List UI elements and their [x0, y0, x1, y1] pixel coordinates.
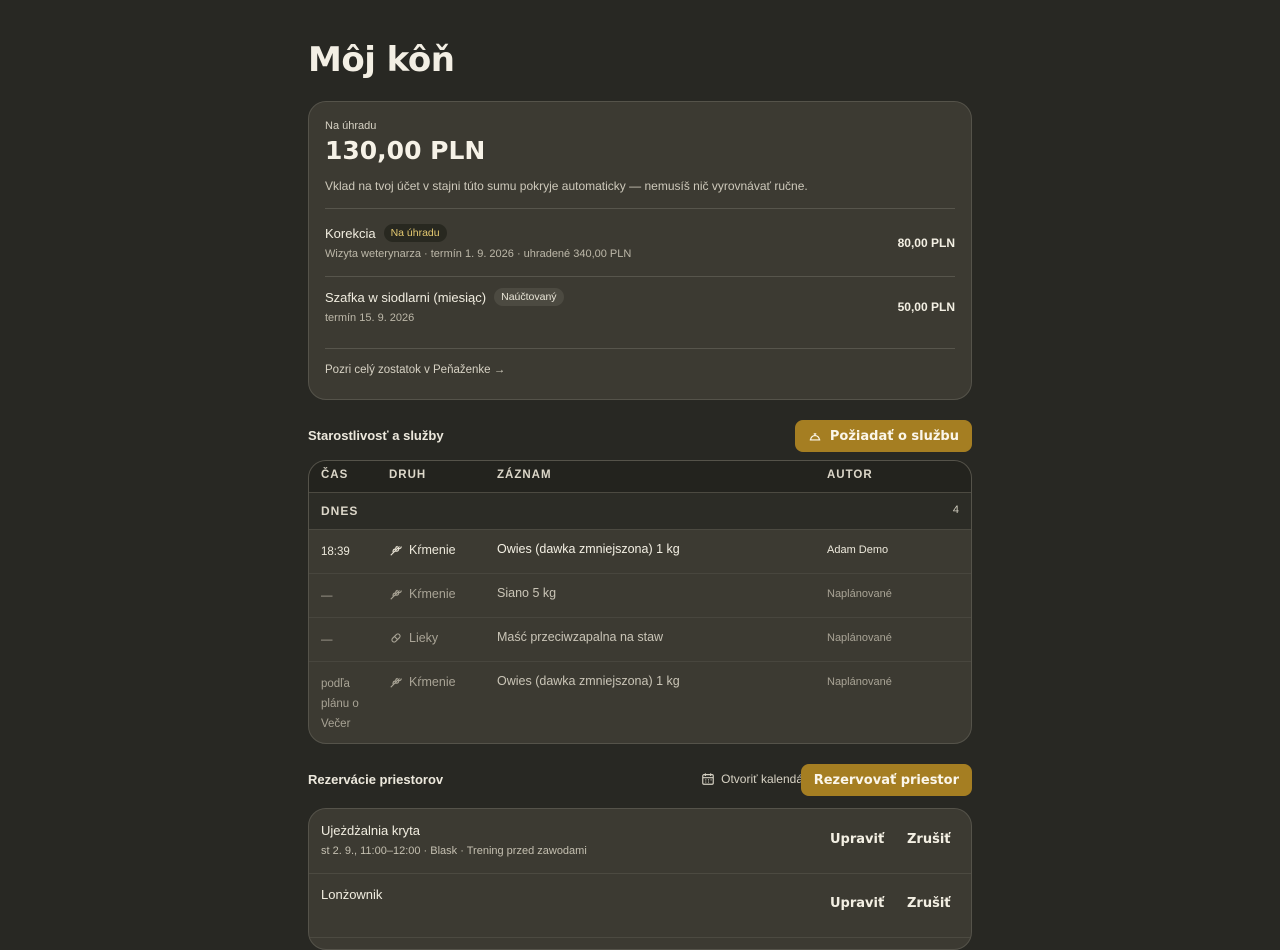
group-header-today: DNES 4: [309, 493, 971, 530]
payment-item: Korekcia Na úhradu Wizyta weterynarza · …: [325, 222, 955, 272]
status-badge: Na úhradu: [383, 224, 447, 242]
payment-item-amount: 50,00 PLN: [897, 300, 955, 314]
payment-item-details: termín 15. 9. 2026: [325, 312, 415, 324]
reserve-space-button[interactable]: Rezervovať priestor: [800, 764, 972, 796]
reservations-list: Ujeżdżalnia kryta st 2. 9., 11:00–12:00 …: [308, 808, 972, 950]
row-author: Naplánované: [827, 588, 892, 600]
list-item: Ujeżdżalnia kryta st 2. 9., 11:00–12:00 …: [309, 809, 971, 874]
wallet-link[interactable]: Pozri celý zostatok v Peňaženke →: [325, 364, 505, 376]
group-count: 4: [952, 504, 959, 516]
row-author: Naplánované: [827, 632, 892, 644]
payment-description: Vklad na tvoj účet v stajni túto sumu po…: [325, 179, 808, 193]
column-header-time: ČAS: [321, 469, 349, 481]
divider: [325, 276, 955, 277]
column-header-kind: DRUH: [389, 469, 427, 481]
service-bell-icon: [809, 433, 821, 441]
column-header-author: AUTOR: [827, 469, 873, 481]
row-time: —: [321, 590, 333, 602]
row-kind: Kŕmenie: [409, 543, 456, 557]
payment-item-name: Szafka w siodlarni (miesiąc): [325, 289, 487, 305]
divider: [325, 348, 955, 349]
payment-item-amount: 80,00 PLN: [897, 236, 955, 250]
payment-label: Na úhradu: [325, 120, 377, 132]
divider: [325, 208, 955, 209]
reservation-name: Ujeżdżalnia kryta: [321, 823, 420, 838]
page-title: Môj kôň: [308, 40, 455, 80]
row-time: —: [321, 634, 333, 646]
group-label: DNES: [321, 504, 359, 518]
table-row[interactable]: — Kŕmenie Siano 5 kg Naplánované: [309, 574, 971, 618]
row-author: Naplánované: [827, 676, 892, 688]
reservations-section-title: Rezervácie priestorov: [308, 772, 444, 787]
request-service-button[interactable]: Požiadať o službu: [794, 420, 972, 452]
edit-reservation-button[interactable]: Upraviť: [830, 832, 884, 847]
cancel-reservation-button[interactable]: Zrušiť: [907, 896, 951, 911]
edit-reservation-button[interactable]: Upraviť: [830, 896, 884, 911]
cancel-reservation-button[interactable]: Zrušiť: [907, 832, 951, 847]
pill-icon: [391, 633, 401, 643]
wheat-icon: [390, 589, 402, 600]
row-record: Maść przeciwzapalna na staw: [497, 630, 664, 644]
payment-item-name: Korekcia: [325, 225, 376, 241]
table-row[interactable]: podľa plánu o Večer Kŕmenie Owies (dawka…: [309, 662, 971, 743]
calendar-icon: [702, 773, 714, 785]
table-header: ČAS DRUH ZÁZNAM AUTOR: [309, 461, 971, 493]
open-calendar-link[interactable]: Otvoriť kalendár: [701, 772, 807, 786]
row-record: Owies (dawka zmniejszona) 1 kg: [497, 674, 680, 688]
row-record: Owies (dawka zmniejszona) 1 kg: [497, 542, 680, 556]
row-kind: Kŕmenie: [409, 675, 456, 689]
row-time: 18:39: [321, 546, 350, 558]
row-kind: Lieky: [409, 631, 439, 645]
list-item: Lonżownik Upraviť Zrušiť: [309, 873, 971, 938]
payment-summary-card: Na úhradu 130,00 PLN Vklad na tvoj účet …: [308, 101, 972, 400]
payment-amount: 130,00 PLN: [325, 136, 486, 165]
row-record: Siano 5 kg: [497, 586, 557, 600]
status-badge: Naúčtovaný: [494, 288, 564, 306]
services-table: ČAS DRUH ZÁZNAM AUTOR DNES 4 18:39 Kŕmen…: [308, 460, 972, 744]
payment-item: Szafka w siodlarni (miesiąc) Naúčtovaný …: [325, 286, 955, 336]
table-row[interactable]: — Lieky Maść przeciwzapalna na staw Napl…: [309, 618, 971, 662]
column-header-record: ZÁZNAM: [497, 469, 552, 481]
row-author: Adam Demo: [827, 544, 889, 556]
wheat-icon: [390, 677, 402, 688]
row-time: podľa plánu o Večer: [321, 678, 359, 730]
payment-item-details: Wizyta weterynarza · termín 1. 9. 2026 ·…: [325, 248, 632, 260]
row-kind: Kŕmenie: [409, 587, 456, 601]
services-section-title: Starostlivosť a služby: [308, 428, 444, 443]
table-row[interactable]: 18:39 Kŕmenie Owies (dawka zmniejszona) …: [309, 530, 971, 574]
reservation-details: st 2. 9., 11:00–12:00 · Blask · Trening …: [321, 845, 587, 857]
wheat-icon: [390, 545, 402, 556]
